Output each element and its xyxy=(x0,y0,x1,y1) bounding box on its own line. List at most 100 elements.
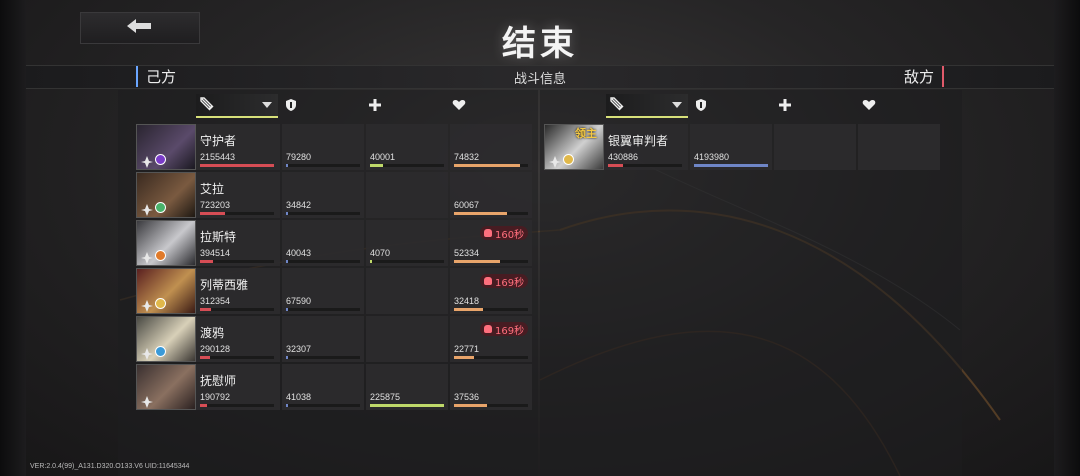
allies-tank-bar-fill xyxy=(286,356,288,359)
enemy-portrait: 领主 xyxy=(544,124,604,170)
character-name: 拉斯特 xyxy=(200,230,237,244)
allies-support-bar-fill xyxy=(454,308,483,311)
chevron-down-icon xyxy=(262,102,272,108)
allies-tank-value: 34842 xyxy=(286,200,312,210)
skull-icon xyxy=(484,229,492,237)
ally-row[interactable]: 列蒂西雅 312354 67590 32418 169秒 xyxy=(136,268,536,314)
enemy-row[interactable]: 领主 银翼审判者 430886 4193980 xyxy=(544,124,958,170)
enemy-heal-column-tab[interactable] xyxy=(774,94,856,118)
allies-support-value: 52334 xyxy=(454,248,480,258)
allies-heal-bar-fill xyxy=(370,260,372,263)
death-time-text: 160秒 xyxy=(495,229,525,241)
ally-damage-cell: 抚慰师 190792 xyxy=(196,364,280,410)
allies-heal-value: 40001 xyxy=(370,152,396,162)
plus-icon xyxy=(778,97,792,116)
class-icon xyxy=(141,201,153,216)
ally-damage-value: 312354 xyxy=(200,296,231,306)
enemy-damage-column-tab[interactable] xyxy=(606,94,688,118)
class-icon xyxy=(141,393,153,408)
ally-damage-cell: 列蒂西雅 312354 xyxy=(196,268,280,314)
ally-damage-bar-fill xyxy=(200,308,211,311)
skull-icon xyxy=(484,325,492,333)
ally-row[interactable]: 抚慰师 190792 41038 225875 37536 xyxy=(136,364,536,410)
ally-row[interactable]: 艾拉 723203 34842 60067 xyxy=(136,172,536,218)
character-name: 艾拉 xyxy=(200,182,225,196)
death-time-text: 169秒 xyxy=(495,277,525,289)
allies-tank-bar-fill xyxy=(286,404,288,407)
heart-icon xyxy=(452,97,466,116)
allies-support-value: 22771 xyxy=(454,344,480,354)
enemy-heal-cell xyxy=(774,124,856,170)
ally-support-column-tab[interactable] xyxy=(448,94,530,118)
ally-row[interactable]: 守护者 2155443 79280 40001 74832 xyxy=(136,124,536,170)
allies-tank-value: 32307 xyxy=(286,344,312,354)
allies-support-bar-fill xyxy=(454,356,474,359)
allies-heal-cell xyxy=(366,268,448,314)
class-icon xyxy=(549,153,561,168)
allies-support-value: 32418 xyxy=(454,296,480,306)
page-title: 结束 xyxy=(502,24,578,64)
ally-damage-bar-fill xyxy=(200,404,207,407)
version-text: VER:2.0.4(99)_A131.D320.O133.V6 UID:1164… xyxy=(30,463,190,470)
ally-damage-bar xyxy=(200,164,274,167)
ally-damage-value: 190792 xyxy=(200,392,231,402)
enemy-support-column-tab[interactable] xyxy=(858,94,940,118)
ally-damage-bar xyxy=(200,404,274,407)
death-time-badge: 169秒 xyxy=(480,322,529,337)
allies-heal-value: 225875 xyxy=(370,392,401,402)
ally-damage-value: 723203 xyxy=(200,200,231,210)
allies-support-value: 74832 xyxy=(454,152,480,162)
class-icon xyxy=(141,345,153,360)
character-portrait xyxy=(136,124,196,170)
allies-tank-bar xyxy=(286,356,360,359)
class-icon xyxy=(141,249,153,264)
enemy-support-cell xyxy=(858,124,940,170)
class-icon xyxy=(141,153,153,168)
character-portrait xyxy=(136,268,196,314)
allies-tank-bar xyxy=(286,404,360,407)
ally-damage-column-tab[interactable] xyxy=(196,94,278,118)
element-icon xyxy=(155,202,166,213)
allies-support-bar xyxy=(454,212,528,215)
allies-tank-bar-fill xyxy=(286,212,288,215)
ally-damage-value: 2155443 xyxy=(200,152,236,162)
allies-support-bar xyxy=(454,260,528,263)
allies-heal-bar-fill xyxy=(370,404,444,407)
allies-support-bar-fill xyxy=(454,164,520,167)
allies-support-bar-fill xyxy=(454,260,500,263)
allies-tank-cell: 32307 xyxy=(282,316,364,362)
ally-damage-bar-fill xyxy=(200,260,213,263)
enemy-side-label: 敌方 xyxy=(904,66,944,87)
allies-tank-bar xyxy=(286,260,360,263)
allies-heal-cell xyxy=(366,316,448,362)
allies-heal-bar xyxy=(370,164,444,167)
plus-icon xyxy=(368,97,382,116)
enemy-tank-column-tab[interactable] xyxy=(690,94,772,118)
character-name: 列蒂西雅 xyxy=(200,278,249,292)
enemy-damage-value: 430886 xyxy=(608,152,639,162)
allies-support-bar xyxy=(454,308,528,311)
allies-support-value: 60067 xyxy=(454,200,480,210)
allies-tank-value: 40043 xyxy=(286,248,312,258)
allies-tank-bar-fill xyxy=(286,260,288,263)
allies-support-value: 37536 xyxy=(454,392,480,402)
death-time-badge: 160秒 xyxy=(480,226,529,241)
character-name: 守护者 xyxy=(200,134,237,148)
allies-heal-value: 4070 xyxy=(370,248,391,258)
element-icon xyxy=(155,346,166,357)
ally-row[interactable]: 拉斯特 394514 40043 4070 52334 160秒 xyxy=(136,220,536,266)
ally-row[interactable]: 渡鸦 290128 32307 22771 169秒 xyxy=(136,316,536,362)
allies-support-bar-fill xyxy=(454,404,487,407)
element-icon xyxy=(155,154,166,165)
element-icon xyxy=(563,154,574,165)
character-name: 抚慰师 xyxy=(200,374,237,388)
allies-heal-bar xyxy=(370,404,444,407)
death-time-text: 169秒 xyxy=(495,325,525,337)
ally-tank-column-tab[interactable] xyxy=(280,94,362,118)
ally-damage-value: 290128 xyxy=(200,344,231,354)
ally-heal-column-tab[interactable] xyxy=(364,94,446,118)
allies-tank-bar xyxy=(286,308,360,311)
allies-support-bar xyxy=(454,356,528,359)
character-portrait xyxy=(136,364,196,410)
allies-tank-cell: 40043 xyxy=(282,220,364,266)
